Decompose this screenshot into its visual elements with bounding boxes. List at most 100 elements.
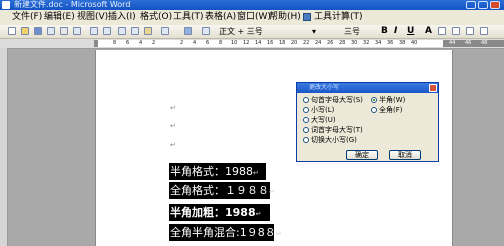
cut-icon[interactable]	[118, 27, 126, 35]
align-right-icon[interactable]	[466, 27, 474, 35]
ruler-tick: 36	[387, 40, 394, 46]
permission-icon[interactable]	[47, 27, 55, 35]
ruler-tick: 20	[291, 40, 298, 46]
menu-window[interactable]: 窗口(W)	[237, 10, 271, 25]
option-title-case[interactable]: 词首字母大写(T)	[303, 126, 363, 135]
italic-button[interactable]: I	[394, 25, 397, 38]
paragraph-mark: ↵	[170, 122, 176, 130]
horizontal-ruler[interactable]: 8 6 4 2 2 4 6 8 10 12 14 16 18 20 22 24 …	[0, 39, 504, 49]
option-label: 小写(L)	[311, 106, 335, 114]
line-text: 半角格式：1988	[170, 165, 253, 178]
open-folder-icon[interactable]	[21, 27, 29, 35]
menu-edit[interactable]: 编辑(E)	[44, 10, 75, 25]
new-document-icon[interactable]	[8, 27, 16, 35]
font-size-value[interactable]: 三号	[344, 25, 360, 38]
ruler-tick: 46	[465, 40, 472, 46]
ruler-tick: 8	[113, 40, 117, 46]
ruler-tick: 18	[279, 40, 286, 46]
save-icon[interactable]	[34, 27, 42, 35]
title-bar: 新建文件.doc - Microsoft Word	[0, 0, 504, 10]
ruler-tick: 48	[481, 40, 488, 46]
dialog-title: 更改大小写	[309, 84, 340, 91]
menu-insert[interactable]: 插入(I)	[108, 10, 136, 25]
paragraph-mark: ↵	[253, 169, 259, 177]
ruler-tick: 10	[231, 40, 238, 46]
option-lowercase[interactable]: 小写(L)	[303, 106, 334, 115]
selected-line-mixed[interactable]: 全角半角混合:1９8８↵	[169, 224, 282, 241]
option-toggle-case[interactable]: 切换大小写(G)	[303, 136, 357, 145]
undo-icon[interactable]	[161, 27, 169, 35]
calculator-icon	[303, 13, 311, 21]
underline-button[interactable]: U	[407, 25, 414, 38]
ruler-tick: 38	[399, 40, 406, 46]
option-fullwidth[interactable]: 全角(F)	[371, 106, 403, 115]
option-halfwidth[interactable]: 半角(W)	[371, 96, 405, 105]
dialog-close-icon[interactable]	[429, 84, 437, 92]
line-text: 半角加粗：1988	[170, 206, 256, 219]
option-sentence-case[interactable]: 句首字母大写(S)	[303, 96, 363, 105]
research-icon[interactable]	[103, 27, 111, 35]
font-color-button[interactable]: A	[425, 25, 432, 38]
menu-view[interactable]: 视图(V)	[77, 10, 108, 25]
line-text: 全角格式：１９８８	[170, 184, 269, 197]
paragraph-mark: ↵	[269, 188, 275, 196]
ruler-tick: 14	[255, 40, 262, 46]
style-pane-icon[interactable]	[202, 27, 210, 35]
menu-table[interactable]: 表格(A)	[205, 10, 236, 25]
close-icon[interactable]	[490, 1, 500, 9]
menu-help[interactable]: 帮助(H)	[269, 10, 301, 25]
ruler-tick: 32	[363, 40, 370, 46]
minimize-icon[interactable]	[466, 1, 476, 9]
ruler-tick: 6	[126, 40, 130, 46]
spelling-icon[interactable]	[90, 27, 98, 35]
maximize-icon[interactable]	[478, 1, 488, 9]
option-label: 全角(F)	[379, 106, 403, 114]
bold-button[interactable]: B	[381, 25, 388, 38]
ruler-tick: 2	[152, 40, 156, 46]
menu-tool-calculate[interactable]: 工具计算(T)	[314, 10, 363, 25]
print-icon[interactable]	[60, 27, 68, 35]
option-label: 半角(W)	[379, 96, 406, 104]
formatting-toolbar: 正文 + 三号 ▾ 三号 B I U A	[0, 25, 504, 39]
menu-format[interactable]: 格式(O)	[140, 10, 172, 25]
hyperlink-icon[interactable]	[184, 27, 192, 35]
radio-icon	[303, 107, 309, 113]
word-app-icon	[2, 1, 10, 9]
option-label: 切换大小写(G)	[311, 136, 357, 144]
ok-button[interactable]: 确定	[346, 150, 378, 160]
dialog-title-bar[interactable]: 更改大小写	[297, 83, 438, 93]
option-uppercase[interactable]: 大写(U)	[303, 116, 336, 125]
ruler-tick: 44	[449, 40, 456, 46]
selected-line-halfwidth[interactable]: 半角格式：1988↵	[169, 163, 266, 180]
menu-file[interactable]: 文件(F)	[12, 10, 42, 25]
radio-selected-icon	[371, 97, 377, 103]
radio-icon	[303, 127, 309, 133]
menu-tools[interactable]: 工具(T)	[173, 10, 204, 25]
ruler-tick: 8	[219, 40, 223, 46]
ruler-tick: 28	[339, 40, 346, 46]
radio-icon	[303, 97, 309, 103]
paragraph-mark: ↵	[255, 210, 262, 218]
paragraph-mark: ↵	[275, 230, 282, 238]
print-preview-icon[interactable]	[73, 27, 81, 35]
paste-icon[interactable]	[144, 27, 152, 35]
ruler-tick: 34	[375, 40, 382, 46]
style-dropdown-arrow[interactable]: ▾	[312, 25, 316, 38]
selected-line-fullwidth[interactable]: 全角格式：１９８８↵	[169, 182, 275, 199]
justify-icon[interactable]	[480, 27, 488, 35]
ruler-tick: 4	[193, 40, 197, 46]
line-text: 全角半角混合:1９8８	[170, 226, 276, 239]
radio-icon	[371, 107, 377, 113]
paragraph-mark: ↵	[170, 104, 176, 112]
vertical-ruler[interactable]	[0, 48, 8, 246]
menu-bar: 文件(F) 编辑(E) 视图(V) 插入(I) 格式(O) 工具(T) 表格(A…	[0, 10, 504, 26]
change-case-dialog: 更改大小写 句首字母大写(S) 小写(L) 大写(U) 词首字母大写(T) 切换…	[296, 82, 439, 162]
ruler-tick: 6	[206, 40, 210, 46]
selected-line-bold[interactable]: 半角加粗：1988↵	[169, 204, 270, 221]
copy-icon[interactable]	[131, 27, 139, 35]
cancel-button[interactable]: 取消	[389, 150, 421, 160]
paragraph-mark: ↵	[170, 141, 176, 149]
ruler-tick: 12	[243, 40, 250, 46]
align-left-icon[interactable]	[438, 27, 446, 35]
align-center-icon[interactable]	[452, 27, 460, 35]
